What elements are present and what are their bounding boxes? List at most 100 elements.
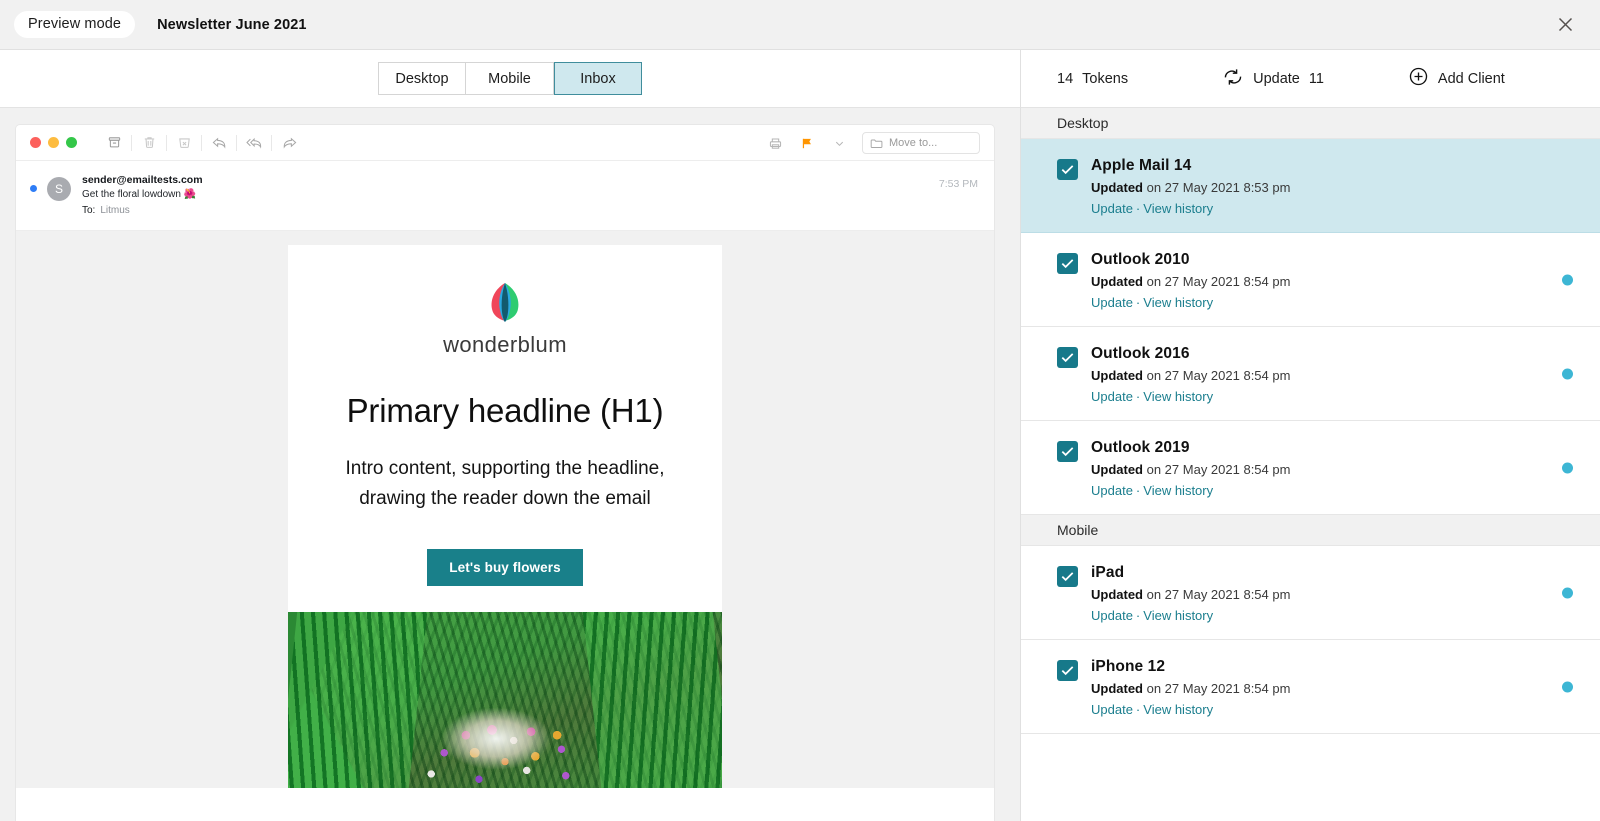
preview-mode-pill[interactable]: Preview mode [14, 10, 136, 39]
message-timestamp: 7:53 PM [938, 178, 978, 190]
reply-icon[interactable] [204, 130, 234, 156]
flag-icon[interactable] [792, 130, 822, 156]
link-separator: · [1135, 702, 1141, 717]
updated-timestamp: on 27 May 2021 8:53 pm [1143, 180, 1291, 195]
client-updated-line: Updated on 27 May 2021 8:54 pm [1091, 681, 1290, 696]
status-badge [1562, 274, 1573, 285]
updated-timestamp: on 27 May 2021 8:54 pm [1143, 368, 1291, 383]
toolbar-divider [166, 134, 167, 151]
client-updated-line: Updated on 27 May 2021 8:54 pm [1091, 274, 1290, 289]
client-row-ipad[interactable]: iPad Updated on 27 May 2021 8:54 pm Upda… [1021, 546, 1600, 640]
refresh-icon [1222, 67, 1244, 91]
mail-meta: sender@emailtests.com Get the floral low… [82, 173, 203, 217]
client-row-text: Outlook 2019 Updated on 27 May 2021 8:54… [1091, 439, 1290, 498]
client-checkbox[interactable] [1057, 159, 1078, 180]
client-updated-line: Updated on 27 May 2021 8:54 pm [1091, 462, 1290, 477]
mail-toolbar-right-group: Move to... [760, 125, 980, 161]
client-row-links: Update · View history [1091, 483, 1290, 498]
update-link[interactable]: Update [1091, 608, 1133, 623]
tab-inbox[interactable]: Inbox [554, 62, 642, 95]
main-split: Desktop Mobile Inbox Move to... S sender… [0, 50, 1600, 821]
client-checkbox[interactable] [1057, 566, 1078, 587]
minimize-window-icon[interactable] [48, 137, 59, 148]
archive-icon[interactable] [99, 130, 129, 156]
client-checkbox[interactable] [1057, 347, 1078, 368]
update-link[interactable]: Update [1091, 483, 1133, 498]
updated-prefix: Updated [1091, 180, 1143, 195]
update-link[interactable]: Update [1091, 702, 1133, 717]
add-client-label: Add Client [1437, 70, 1505, 87]
client-checkbox[interactable] [1057, 660, 1078, 681]
chevron-down-icon[interactable] [824, 130, 854, 156]
client-row-apple-mail-14[interactable]: Apple Mail 14 Updated on 27 May 2021 8:5… [1021, 139, 1600, 233]
view-history-link[interactable]: View history [1143, 608, 1213, 623]
email-intro-copy: Intro content, supporting the headline, … [345, 458, 665, 509]
client-updated-line: Updated on 27 May 2021 8:54 pm [1091, 587, 1290, 602]
update-link[interactable]: Update [1091, 201, 1133, 216]
cta-button[interactable]: Let's buy flowers [427, 549, 583, 587]
to-label: To: [82, 204, 96, 216]
move-to-label: Move to... [889, 137, 938, 149]
unread-indicator-icon [30, 185, 37, 192]
client-list[interactable]: Desktop Apple Mail 14 Updated on 27 May … [1021, 108, 1600, 821]
section-header-mobile: Mobile [1021, 515, 1600, 546]
toolbar-divider [131, 134, 132, 151]
toolbar-divider [271, 134, 272, 151]
update-all-button[interactable]: Update 11 [1222, 67, 1324, 91]
tab-desktop[interactable]: Desktop [378, 62, 466, 95]
close-icon[interactable] [1552, 12, 1578, 38]
updated-prefix: Updated [1091, 681, 1143, 696]
client-row-outlook-2016[interactable]: Outlook 2016 Updated on 27 May 2021 8:54… [1021, 327, 1600, 421]
to-value: Litmus [100, 204, 130, 216]
close-window-icon[interactable] [30, 137, 41, 148]
tokens-count: 14 [1057, 70, 1074, 87]
email-headline: Primary headline (H1) [346, 392, 664, 430]
tokens-label: Tokens [1082, 70, 1129, 87]
reply-all-icon[interactable] [239, 130, 269, 156]
view-history-link[interactable]: View history [1143, 389, 1213, 404]
add-client-button[interactable]: Add Client [1408, 66, 1505, 91]
client-row-outlook-2019[interactable]: Outlook 2019 Updated on 27 May 2021 8:54… [1021, 421, 1600, 515]
forward-icon[interactable] [274, 130, 304, 156]
plus-circle-icon [1408, 66, 1429, 91]
client-name: iPad [1091, 564, 1125, 581]
view-history-link[interactable]: View history [1143, 702, 1213, 717]
mail-toolbar: Move to... [16, 125, 994, 161]
cta-container: Let's buy flowers [288, 549, 722, 612]
trash-icon[interactable] [134, 130, 164, 156]
client-checkbox[interactable] [1057, 441, 1078, 462]
client-row-iphone-12[interactable]: iPhone 12 Updated on 27 May 2021 8:54 pm… [1021, 640, 1600, 734]
client-row-outlook-2010[interactable]: Outlook 2010 Updated on 27 May 2021 8:54… [1021, 233, 1600, 327]
client-updated-line: Updated on 27 May 2021 8:53 pm [1091, 180, 1290, 195]
update-link[interactable]: Update [1091, 295, 1133, 310]
updated-prefix: Updated [1091, 587, 1143, 602]
flower-logo-icon [491, 283, 519, 323]
client-row-text: iPad Updated on 27 May 2021 8:54 pm Upda… [1091, 564, 1290, 623]
view-history-link[interactable]: View history [1143, 483, 1213, 498]
client-row-links: Update · View history [1091, 608, 1290, 623]
update-link[interactable]: Update [1091, 389, 1133, 404]
preview-stage: Move to... S sender@emailtests.com Get t… [0, 108, 1020, 821]
print-icon[interactable] [760, 130, 790, 156]
link-separator: · [1135, 201, 1141, 216]
maximize-window-icon[interactable] [66, 137, 77, 148]
recipient-line: To: Litmus [82, 204, 203, 218]
view-mode-segmented-control: Desktop Mobile Inbox [378, 62, 642, 95]
client-checkbox[interactable] [1057, 253, 1078, 274]
client-updated-line: Updated on 27 May 2021 8:54 pm [1091, 368, 1290, 383]
view-history-link[interactable]: View history [1143, 201, 1213, 216]
view-tab-bar: Desktop Mobile Inbox [0, 50, 1020, 108]
move-to-button[interactable]: Move to... [862, 132, 980, 154]
clients-panel-header: 14 Tokens Update 11 Add Client [1021, 50, 1600, 108]
status-badge [1562, 681, 1573, 692]
junk-icon[interactable] [169, 130, 199, 156]
page-title: Newsletter June 2021 [157, 16, 307, 33]
toolbar-divider [201, 134, 202, 151]
section-header-desktop: Desktop [1021, 108, 1600, 139]
tab-mobile[interactable]: Mobile [466, 62, 554, 95]
link-separator: · [1135, 608, 1141, 623]
view-history-link[interactable]: View history [1143, 295, 1213, 310]
brand-logo: wonderblum [288, 279, 722, 358]
mail-client-window: Move to... S sender@emailtests.com Get t… [16, 125, 994, 821]
window-traffic-lights [30, 137, 77, 148]
